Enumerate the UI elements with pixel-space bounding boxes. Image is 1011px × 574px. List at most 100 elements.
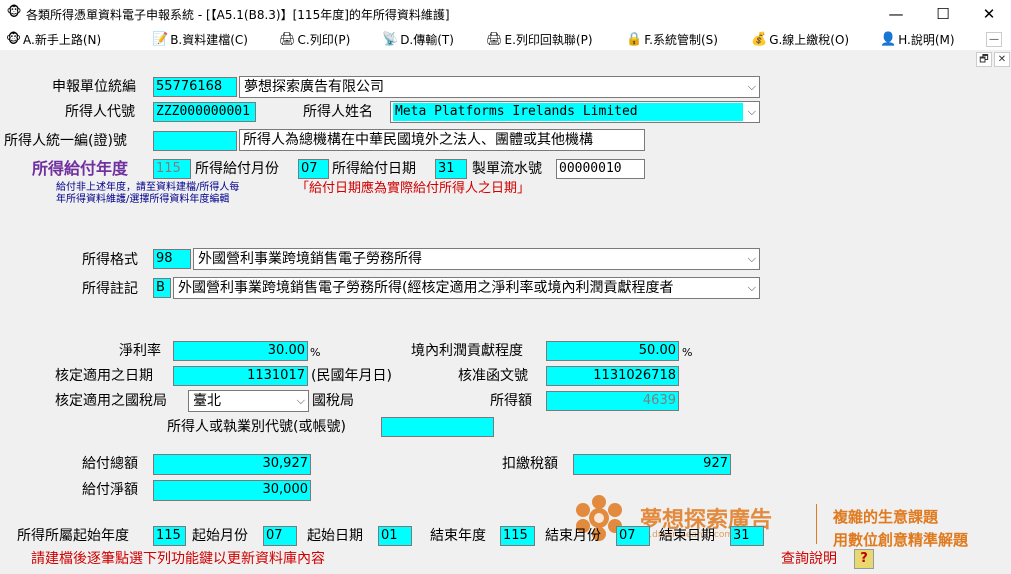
year-note-line1: 給付非上述年度，請至資料建檔/所得人每	[56, 182, 240, 193]
payee-name-value: Meta Platforms Irelands Limited	[393, 103, 743, 121]
income-type-select[interactable]: 外國營利事業跨境銷售電子勞務所得 ⌵	[193, 248, 760, 270]
pay-month-field[interactable]: 07	[298, 159, 329, 179]
transmit-icon: 📡	[382, 31, 399, 47]
income-note-select[interactable]: 外國營利事業跨境銷售電子勞務所得(經核定適用之淨利率或境內利潤貢獻程度者 ⌵	[173, 277, 760, 299]
contrib-label: 境內利潤貢獻程度	[411, 343, 523, 359]
payee-code-field[interactable]: ZZZ000000001	[153, 102, 256, 122]
payee-id-note: 所得人為總機構在中華民國境外之法人、團體或其他機構	[239, 129, 645, 151]
income-amount-label: 所得額	[490, 393, 532, 409]
payee-id-field[interactable]	[153, 131, 237, 151]
help-button[interactable]: ?	[854, 549, 874, 569]
withhold-field[interactable]: 927	[573, 454, 731, 475]
edit-icon: 📝	[152, 31, 169, 47]
tax-bureau-label: 核定適用之國稅局	[55, 393, 167, 409]
chevron-down-icon: ⌵	[747, 105, 756, 118]
maximize-button[interactable]: ☐	[920, 0, 966, 28]
close-button[interactable]: ✕	[966, 0, 1011, 28]
menu-item-transmit[interactable]: 📡 D.傳輸(T)	[382, 31, 454, 48]
business-code-field[interactable]	[381, 417, 494, 437]
approved-date-label: 核定適用之日期	[55, 368, 153, 384]
withhold-label: 扣繳稅額	[502, 456, 558, 472]
lock-icon: 🔒	[626, 31, 643, 47]
pay-day-label: 所得給付日期	[332, 161, 416, 177]
brand-slogan-2: 用數位創意精準解題	[833, 531, 969, 549]
net-pay-field[interactable]: 30,000	[153, 480, 311, 501]
year-note-line2: 年所得資料維護/選擇所得資料年度編輯	[56, 194, 230, 205]
approved-date-hint: (民國年月日)	[311, 368, 392, 384]
net-pay-label: 給付淨額	[82, 482, 138, 498]
serial-field: 00000010	[556, 159, 645, 179]
end-year-field[interactable]: 115	[500, 526, 535, 546]
menu-item-help[interactable]: 👤 H.說明(M)	[880, 31, 955, 48]
window-title: 各類所得憑單資料電子申報系統 - [【A5.1(B8.3)】[115年度]的年所…	[26, 8, 450, 22]
pay-month-label: 所得給付月份	[195, 161, 279, 177]
unit-id-field[interactable]: 55776168	[153, 77, 237, 97]
printer-icon: 🖨	[279, 31, 296, 47]
total-pay-field[interactable]: 30,927	[153, 454, 311, 475]
pay-day-field[interactable]: 31	[435, 159, 467, 179]
tax-bureau-suffix: 國稅局	[312, 393, 354, 409]
menu-label: G.線上繳稅(O)	[769, 33, 850, 47]
end-month-field[interactable]: 07	[616, 526, 650, 546]
start-month-label: 起始月份	[192, 528, 248, 544]
approved-date-field[interactable]: 1131017	[173, 366, 308, 386]
end-month-label: 結束月份	[545, 528, 601, 544]
income-amount-field: 4639	[546, 391, 679, 411]
net-profit-label: 淨利率	[119, 343, 161, 359]
pay-date-warning: 「給付日期應為實際給付所得人之日期」	[296, 181, 531, 196]
start-year-field[interactable]: 115	[153, 526, 186, 546]
menu-label: C.列印(P)	[297, 33, 351, 47]
menu-item-print[interactable]: 🖨 C.列印(P)	[279, 31, 350, 48]
serial-label: 製單流水號	[472, 161, 542, 177]
start-month-field[interactable]: 07	[263, 526, 297, 546]
start-year-label: 所得所屬起始年度	[17, 528, 129, 544]
payee-name-select[interactable]: Meta Platforms Irelands Limited ⌵	[390, 101, 760, 123]
business-code-label: 所得人或執業別代號(或帳號)	[167, 419, 346, 435]
menu-item-system-control[interactable]: 🔒 F.系統管制(S)	[626, 31, 718, 48]
payee-id-label: 所得人統一編(證)號	[4, 133, 127, 149]
income-note-code-field[interactable]: B	[153, 278, 171, 298]
end-day-field[interactable]: 31	[730, 526, 764, 546]
income-note-label: 所得註記	[82, 281, 138, 297]
payee-name-label: 所得人姓名	[303, 104, 373, 120]
app-icon[interactable]: 🐵	[6, 5, 22, 21]
monkey-icon: 🐵	[6, 31, 22, 47]
unit-name-select[interactable]: 夢想探索廣告有限公司 ⌵	[239, 76, 760, 98]
start-day-label: 起始日期	[307, 528, 363, 544]
income-note-value: 外國營利事業跨境銷售電子勞務所得(經核定適用之淨利率或境內利潤貢獻程度者	[178, 280, 674, 296]
money-bag-icon: 💰	[751, 31, 768, 47]
brand-divider	[816, 504, 817, 544]
chevron-down-icon: ⌵	[296, 394, 305, 407]
net-profit-field[interactable]: 30.00	[173, 341, 308, 361]
pay-year-label: 所得給付年度	[32, 159, 129, 178]
unit-id-label: 申報單位統編	[52, 79, 136, 95]
menu-item-new-user[interactable]: 🐵 A.新手上路(N)	[6, 31, 101, 48]
contrib-field[interactable]: 50.00	[546, 341, 679, 361]
approval-doc-field[interactable]: 1131026718	[546, 366, 679, 386]
menu-label: E.列印回執聯(P)	[504, 33, 593, 47]
income-type-code-field[interactable]: 98	[153, 249, 191, 269]
help-query-label[interactable]: 查詢說明	[781, 549, 837, 569]
chevron-down-icon: ⌵	[747, 281, 756, 294]
approval-doc-label: 核准函文號	[458, 368, 528, 384]
minimize-button[interactable]: —	[873, 0, 919, 28]
payee-code-label: 所得人代號	[65, 104, 135, 120]
menu-item-print-receipt[interactable]: 🖨 E.列印回執聯(P)	[486, 31, 593, 48]
tax-bureau-select[interactable]: 臺北 ⌵	[188, 390, 309, 412]
menu-label: B.資料建檔(C)	[170, 33, 248, 47]
menu-label: H.說明(M)	[898, 33, 955, 47]
tax-bureau-value: 臺北	[193, 393, 221, 409]
menu-item-online-tax[interactable]: 💰 G.線上繳稅(O)	[751, 31, 849, 48]
mdi-restore-button[interactable]: 🗗	[976, 52, 992, 67]
start-day-field[interactable]: 01	[378, 526, 412, 546]
brand-slogan-1: 複雜的生意課題	[833, 508, 939, 526]
mdi-minimize-button[interactable]: —	[986, 32, 1002, 47]
end-day-label: 結束日期	[659, 528, 715, 544]
chevron-down-icon: ⌵	[747, 252, 756, 265]
end-year-label: 結束年度	[430, 528, 486, 544]
menu-item-data-entry[interactable]: 📝 B.資料建檔(C)	[152, 31, 248, 48]
contrib-percent: %	[682, 346, 693, 359]
menu-label: F.系統管制(S)	[644, 33, 718, 47]
mdi-close-button[interactable]: ✕	[994, 52, 1010, 67]
pay-year-field[interactable]: 115	[153, 159, 191, 179]
